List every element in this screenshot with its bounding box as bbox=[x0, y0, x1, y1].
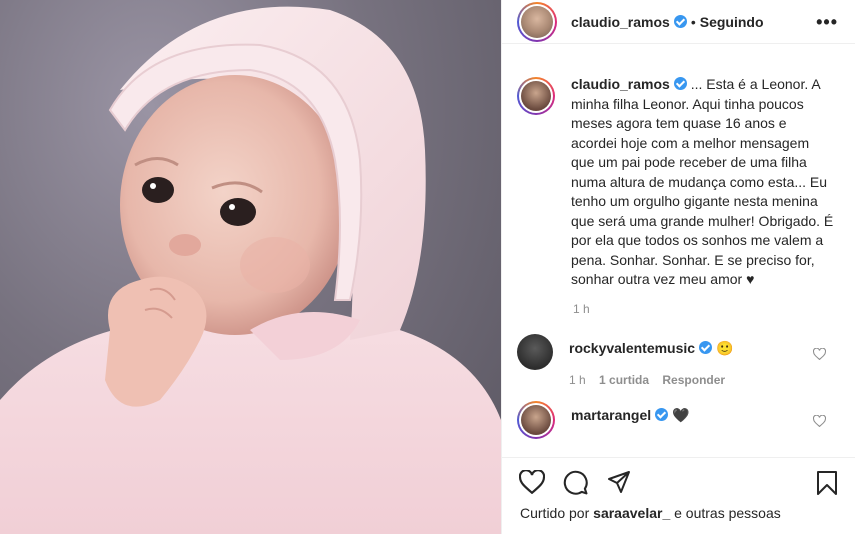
post-header: claudio_ramos • Seguindo ••• bbox=[502, 0, 855, 44]
bookmark-icon[interactable] bbox=[815, 470, 839, 496]
comment-likes[interactable]: 1 curtida bbox=[599, 373, 649, 387]
more-icon[interactable]: ••• bbox=[816, 12, 838, 33]
comment-meta: 1 h 1 curtida Responder bbox=[569, 373, 735, 387]
comment-author[interactable]: rockyvalentemusic bbox=[569, 340, 695, 356]
reply-button[interactable]: Responder bbox=[662, 373, 725, 387]
following-button[interactable]: Seguindo bbox=[700, 14, 764, 30]
post-actions-bar: Curtido por saraavelar_ e outras pessoas bbox=[502, 457, 855, 534]
comment-avatar[interactable] bbox=[517, 400, 555, 439]
caption-text-block: claudio_ramos ... Esta é a Leonor. A min… bbox=[571, 75, 836, 290]
verified-icon bbox=[673, 15, 687, 28]
comment-text: 🙂 bbox=[715, 339, 734, 356]
comment-like-heart-icon[interactable] bbox=[813, 414, 826, 427]
comment-timestamp[interactable]: 1 h bbox=[569, 373, 586, 387]
comment-author[interactable]: martarangel bbox=[571, 407, 651, 423]
liked-by-prefix: Curtido por bbox=[520, 505, 590, 521]
caption-text: ... Esta é a Leonor. A minha filha Leono… bbox=[571, 76, 838, 287]
comment-item: martarangel 🖤 bbox=[502, 400, 855, 439]
liked-by-user[interactable]: saraavelar_ bbox=[593, 505, 670, 521]
liked-by-suffix[interactable]: e outras pessoas bbox=[674, 505, 781, 521]
liked-by-line: Curtido por saraavelar_ e outras pessoas bbox=[520, 505, 781, 521]
comment-text: 🖤 bbox=[672, 406, 690, 423]
paper-plane-icon[interactable] bbox=[607, 470, 631, 494]
author-avatar[interactable] bbox=[517, 1, 557, 42]
caption-author-username[interactable]: claudio_ramos bbox=[571, 76, 670, 92]
post-photo[interactable] bbox=[0, 0, 501, 534]
comment-like-heart-icon[interactable] bbox=[813, 347, 826, 360]
caption-author-avatar[interactable] bbox=[517, 77, 555, 115]
verified-icon bbox=[673, 77, 687, 90]
comment-icon[interactable] bbox=[563, 470, 588, 495]
comment-item: rockyvalentemusic 🙂 1 h 1 curtida Respon… bbox=[502, 333, 855, 387]
author-username[interactable]: claudio_ramos bbox=[571, 14, 670, 30]
comment-avatar[interactable] bbox=[517, 333, 553, 370]
post-side-panel: claudio_ramos • Seguindo ••• claudio_ram… bbox=[501, 0, 855, 534]
verified-icon bbox=[699, 340, 713, 354]
heart-icon[interactable] bbox=[519, 470, 545, 494]
verified-icon bbox=[655, 407, 669, 421]
post-caption: claudio_ramos ... Esta é a Leonor. A min… bbox=[502, 63, 855, 290]
baby-photo-illustration bbox=[0, 6, 501, 534]
caption-timestamp[interactable]: 1 h bbox=[573, 302, 855, 316]
comments-scroll-area[interactable]: claudio_ramos ... Esta é a Leonor. A min… bbox=[502, 63, 855, 457]
separator-dot: • bbox=[690, 13, 696, 30]
